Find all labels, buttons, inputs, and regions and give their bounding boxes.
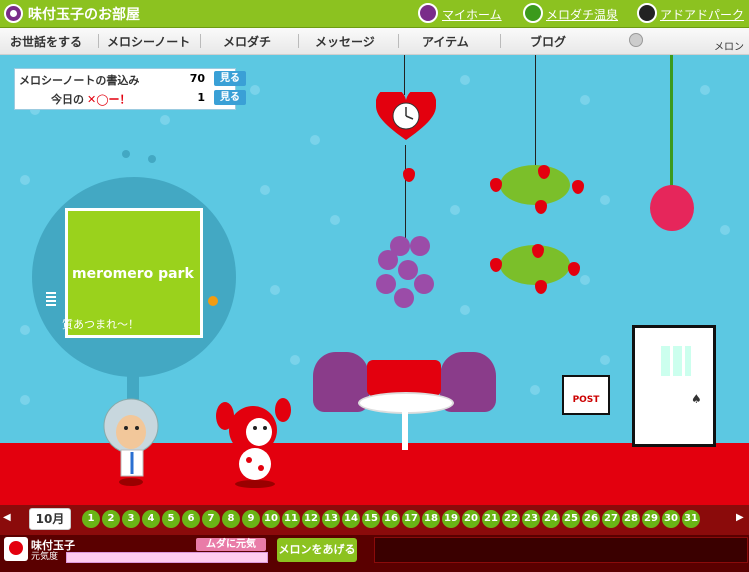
- melon-label: メロン: [714, 42, 744, 53]
- grape-icon: [376, 274, 396, 294]
- my-home-icon[interactable]: [418, 3, 438, 23]
- info-panel: メロシーノートの書込み 70 見る 今日の ✕◯ー！ 1 見る: [14, 68, 246, 110]
- give-melon-button[interactable]: メロンをあげる: [277, 538, 357, 562]
- mushroom-character-icon[interactable]: [101, 398, 161, 486]
- next-month-arrow-icon[interactable]: ▶: [736, 512, 744, 523]
- door[interactable]: ♠: [632, 325, 716, 447]
- plant-chain: [535, 55, 536, 165]
- mood-badge: ムダに元気: [196, 538, 266, 551]
- calendar-day[interactable]: 6: [182, 510, 200, 528]
- nav-care[interactable]: お世話をする: [10, 33, 82, 50]
- calendar-day[interactable]: 20: [462, 510, 480, 528]
- nav-item[interactable]: アイテム: [422, 33, 469, 50]
- calendar-day[interactable]: 7: [202, 510, 220, 528]
- calendar-day[interactable]: 26: [582, 510, 600, 528]
- calendar-day[interactable]: 23: [522, 510, 540, 528]
- door-knob-icon: ♠: [691, 392, 702, 406]
- calendar-day[interactable]: 13: [322, 510, 340, 528]
- adad-park-link[interactable]: アドアドパーク: [660, 6, 744, 23]
- message-field[interactable]: [374, 537, 748, 563]
- calendar-day[interactable]: 19: [442, 510, 460, 528]
- today-view-button[interactable]: 見る: [214, 90, 246, 105]
- calendar-day[interactable]: 10: [262, 510, 280, 528]
- note-view-button[interactable]: 見る: [214, 71, 246, 86]
- today-label: 今日の: [51, 93, 84, 106]
- adad-park-icon[interactable]: [637, 3, 657, 23]
- tv-antenna-icon: [148, 155, 156, 163]
- vine: [670, 55, 673, 195]
- month-badge: 10月: [29, 508, 71, 530]
- note-count-value: 70: [189, 72, 205, 85]
- hanging-plant-icon: [500, 165, 570, 205]
- calendar-day[interactable]: 11: [282, 510, 300, 528]
- avatar[interactable]: [4, 537, 28, 561]
- site-title: 味付玉子のお部屋: [28, 7, 140, 23]
- melodachi-onsen-link[interactable]: メロダチ温泉: [546, 6, 618, 23]
- tv-knob-icon: [208, 296, 218, 306]
- nav-message[interactable]: メッセージ: [315, 33, 375, 50]
- calendar-day[interactable]: 29: [642, 510, 660, 528]
- grape-chain: [405, 145, 406, 245]
- calendar-day[interactable]: 2: [102, 510, 120, 528]
- calendar-day[interactable]: 25: [562, 510, 580, 528]
- red-dog-character-icon[interactable]: [215, 396, 295, 488]
- grape-icon: [410, 236, 430, 256]
- tv-logo: meromero park: [72, 266, 194, 282]
- strawberry-lantern-icon: [650, 185, 694, 231]
- nav-divider: [298, 34, 299, 48]
- calendar-day[interactable]: 3: [122, 510, 140, 528]
- post-box[interactable]: POST: [562, 375, 610, 415]
- calendar-day[interactable]: 1: [82, 510, 100, 528]
- tv-ticker: 質あつまれ〜！: [62, 318, 139, 331]
- room-logo-icon: [4, 4, 23, 23]
- today-value: 1: [197, 91, 205, 104]
- calendar-day[interactable]: 27: [602, 510, 620, 528]
- melodachi-onsen-icon[interactable]: [523, 3, 543, 23]
- clock-chain: [404, 55, 405, 95]
- today-logo-icon: ✕◯ー！: [87, 93, 131, 106]
- grape-icon: [394, 288, 414, 308]
- nav-divider: [398, 34, 399, 48]
- calendar-day[interactable]: 9: [242, 510, 260, 528]
- table-leg: [402, 408, 408, 450]
- calendar-day[interactable]: 16: [382, 510, 400, 528]
- calendar-day[interactable]: 22: [502, 510, 520, 528]
- nav-blog[interactable]: ブログ: [530, 33, 566, 50]
- mood-bar: [66, 552, 268, 563]
- calendar-day[interactable]: 5: [162, 510, 180, 528]
- calendar-day[interactable]: 4: [142, 510, 160, 528]
- tv-speaker-icon: [46, 292, 56, 306]
- note-count-label: メロシーノートの書込み: [19, 74, 140, 87]
- calendar-day[interactable]: 30: [662, 510, 680, 528]
- nav-divider: [98, 34, 99, 48]
- calendar-day[interactable]: 28: [622, 510, 640, 528]
- calendar-day[interactable]: 8: [222, 510, 240, 528]
- calendar-day[interactable]: 31: [682, 510, 700, 528]
- tv-antenna-icon: [122, 150, 130, 158]
- strawberry-cake-icon[interactable]: [367, 360, 441, 396]
- mood-label: 元気度: [31, 552, 59, 562]
- nav-divider: [200, 34, 201, 48]
- nav-melocy-note[interactable]: メロシーノート: [107, 33, 190, 50]
- calendar-day[interactable]: 14: [342, 510, 360, 528]
- melon-icon: [629, 33, 643, 47]
- calendar-day[interactable]: 12: [302, 510, 320, 528]
- nav-melodachi[interactable]: メロダチ: [223, 33, 271, 50]
- calendar-day[interactable]: 17: [402, 510, 420, 528]
- nav-divider: [500, 34, 501, 48]
- prev-month-arrow-icon[interactable]: ◀: [3, 512, 11, 523]
- my-home-link[interactable]: マイホーム: [442, 6, 502, 23]
- calendar-day[interactable]: 24: [542, 510, 560, 528]
- calendar-day[interactable]: 15: [362, 510, 380, 528]
- calendar-day[interactable]: 18: [422, 510, 440, 528]
- grape-icon: [378, 250, 398, 270]
- calendar-day[interactable]: 21: [482, 510, 500, 528]
- grape-icon: [414, 274, 434, 294]
- door-window: [661, 346, 691, 376]
- heart-clock-icon[interactable]: [376, 92, 436, 142]
